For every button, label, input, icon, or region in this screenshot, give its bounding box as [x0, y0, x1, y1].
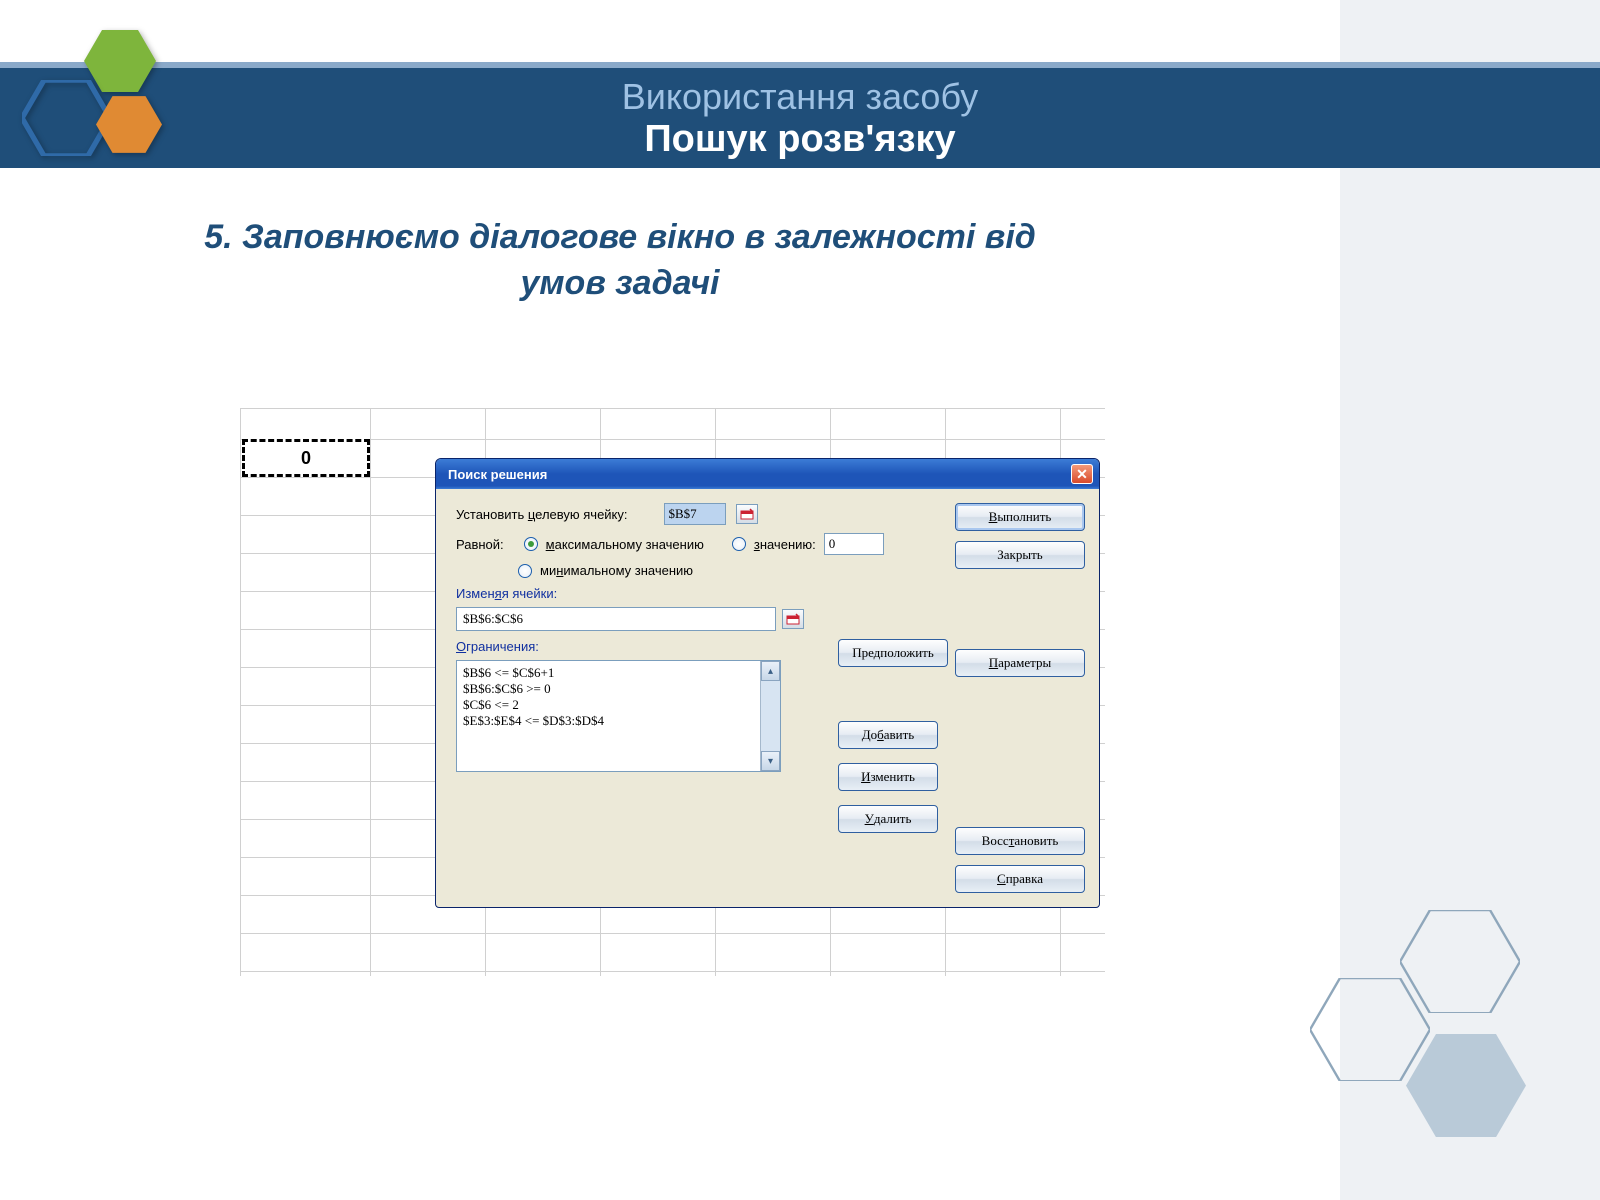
hex-cluster-top [22, 30, 202, 210]
radio-max[interactable] [524, 537, 538, 551]
constraint-item[interactable]: $B$6 <= $C$6+1 [463, 665, 774, 681]
scroll-up-icon[interactable]: ▴ [761, 661, 780, 681]
guess-button[interactable]: Предположить [838, 639, 948, 667]
value-input[interactable] [824, 533, 884, 555]
constraint-item[interactable]: $E$3:$E$4 <= $D$3:$D$4 [463, 713, 774, 729]
change-cells-input[interactable] [456, 607, 776, 631]
edit-button[interactable]: Изменить [838, 763, 938, 791]
title-line1: Використання засобу [622, 76, 979, 118]
close-dialog-button[interactable]: Закрыть [955, 541, 1085, 569]
target-cell-field[interactable] [665, 504, 725, 524]
constraints-list[interactable]: $B$6 <= $C$6+1 $B$6:$C$6 >= 0 $C$6 <= 2 … [456, 660, 781, 772]
ref-picker-button[interactable] [736, 504, 758, 524]
title-band: Використання засобу Пошук розв'язку [0, 68, 1600, 168]
solver-dialog: Поиск решения ✕ Установить целевую ячейк… [435, 458, 1100, 908]
radio-min-label: минимальному значению [540, 563, 693, 578]
help-button[interactable]: Справка [955, 865, 1085, 893]
radio-max-label: максимальному значению [546, 537, 704, 552]
hex-cluster-bottom [1280, 910, 1540, 1170]
params-button[interactable]: Параметры [955, 649, 1085, 677]
radio-value[interactable] [732, 537, 746, 551]
equal-label: Равной: [456, 537, 504, 552]
close-icon: ✕ [1076, 466, 1088, 483]
add-button[interactable]: Добавить [838, 721, 938, 749]
radio-min[interactable] [518, 564, 532, 578]
dialog-title: Поиск решения [448, 467, 547, 482]
target-label: Установить целевую ячейку: [456, 507, 628, 522]
selected-cell[interactable]: 0 [242, 439, 370, 477]
constraint-item[interactable]: $B$6:$C$6 >= 0 [463, 681, 774, 697]
scroll-down-icon[interactable]: ▾ [761, 751, 780, 771]
title-line2: Пошук розв'язку [644, 118, 955, 161]
dialog-titlebar[interactable]: Поиск решения ✕ [436, 459, 1099, 489]
change-label: Изменяя ячейки: [456, 586, 929, 601]
excel-screenshot: 0 Поиск решения ✕ Установить целевую яче… [240, 408, 1105, 976]
reset-button[interactable]: Восстановить [955, 827, 1085, 855]
constraint-item[interactable]: $C$6 <= 2 [463, 697, 774, 713]
run-button[interactable]: Выполнить [955, 503, 1085, 531]
radio-value-label: значению: [754, 537, 816, 552]
delete-button[interactable]: Удалить [838, 805, 938, 833]
slide-subtitle: 5. Заповнюємо діалогове вікно в залежнос… [170, 215, 1070, 307]
close-button[interactable]: ✕ [1071, 464, 1093, 484]
scrollbar[interactable]: ▴ ▾ [760, 661, 780, 771]
target-cell-input[interactable] [664, 503, 726, 525]
ref-picker-button-2[interactable] [782, 609, 804, 629]
